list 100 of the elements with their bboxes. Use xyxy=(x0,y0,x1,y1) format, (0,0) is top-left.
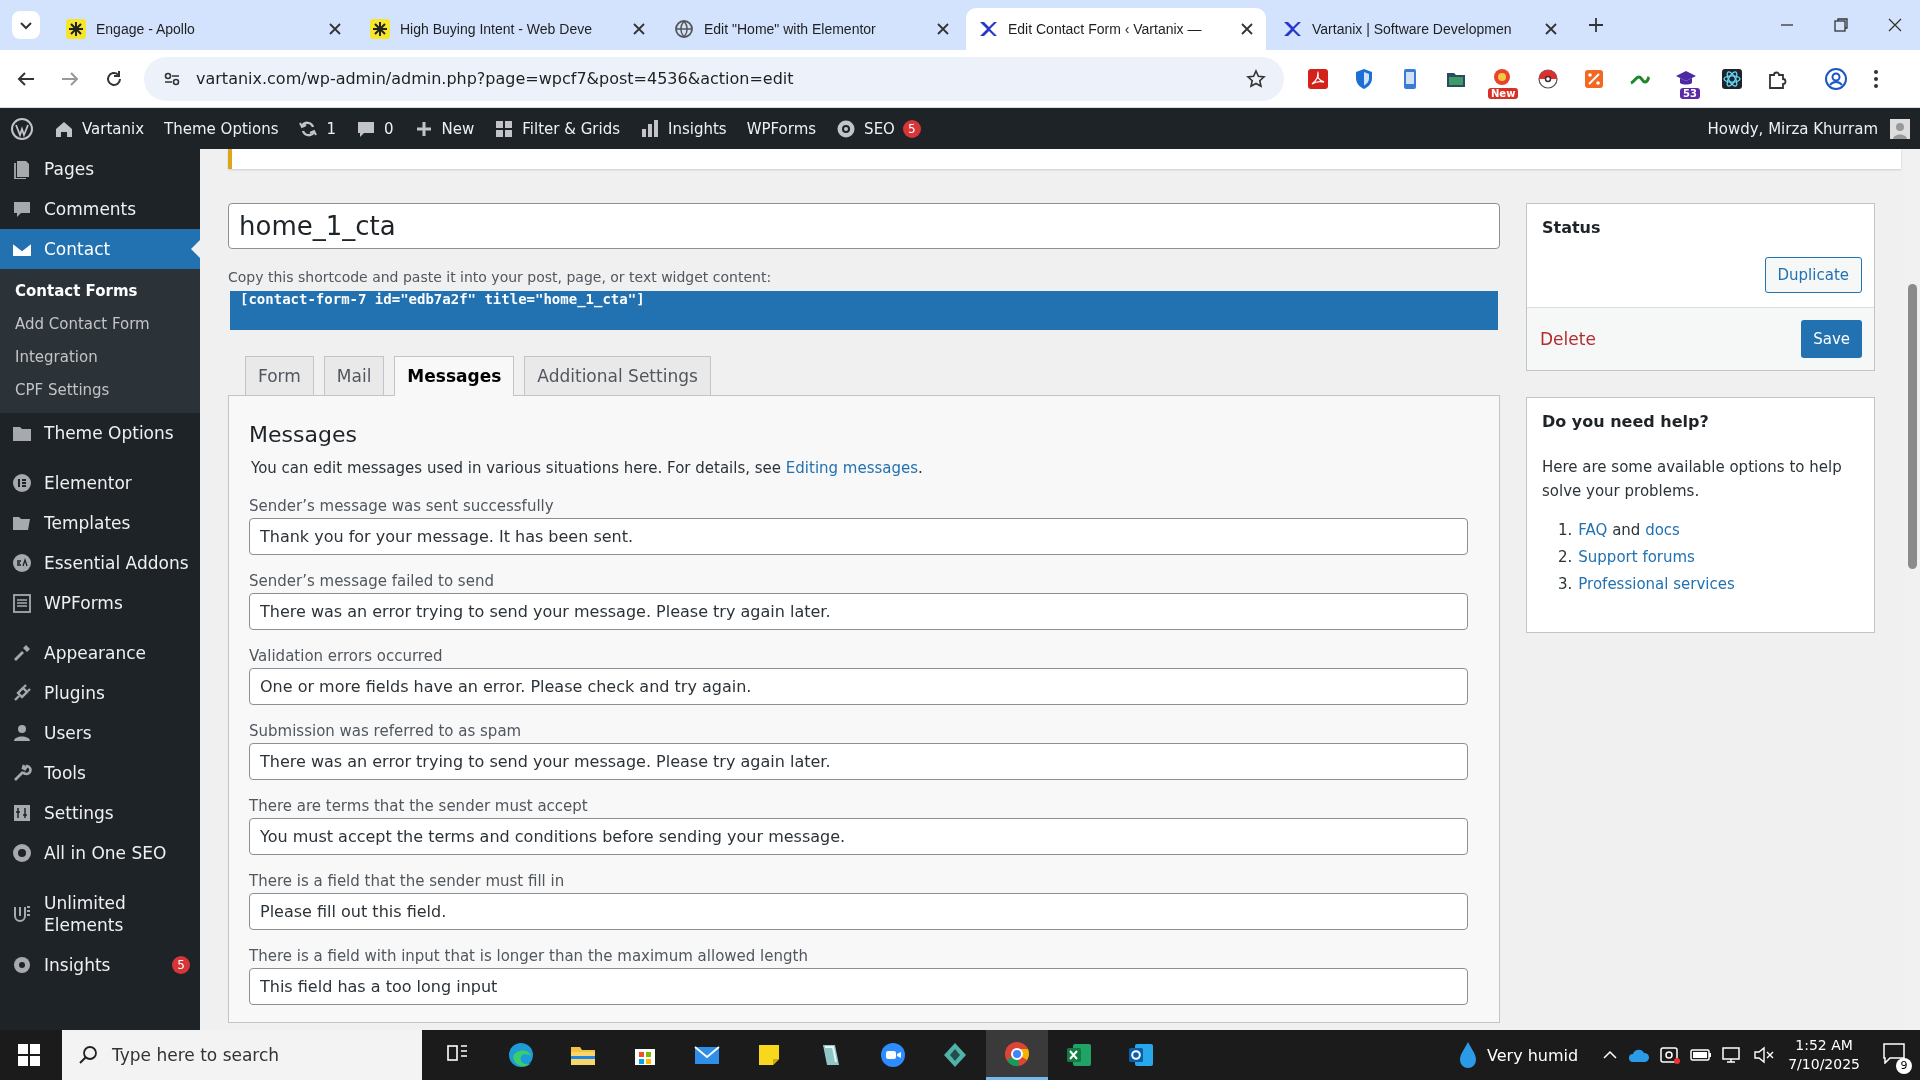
account-greeting[interactable]: Howdy, Mirza Khurram xyxy=(1707,119,1878,138)
menu-icon[interactable] xyxy=(1872,67,1880,90)
tab[interactable]: Messages xyxy=(394,356,515,396)
delete-link[interactable]: Delete xyxy=(1540,329,1596,349)
scrollbar-thumb[interactable] xyxy=(1908,284,1917,569)
clock-date[interactable]: 7/10/2025 xyxy=(1788,1055,1860,1074)
grid-icon xyxy=(494,118,515,139)
pages-icon xyxy=(12,159,32,179)
taskbar-app[interactable] xyxy=(986,1030,1048,1080)
profile-icon[interactable] xyxy=(1824,66,1848,91)
browser-tab[interactable]: Engage - Apollo xyxy=(54,8,354,50)
submenu-item[interactable]: Contact Forms xyxy=(0,275,200,308)
wrench-icon xyxy=(12,763,32,783)
title-field[interactable]: home_1_cta xyxy=(228,203,1500,249)
clock-time[interactable]: 1:52 AM xyxy=(1795,1036,1853,1055)
search-field[interactable]: Type here to search xyxy=(62,1030,422,1080)
sidebar-item[interactable]: Templates xyxy=(0,503,200,543)
help-link[interactable]: docs xyxy=(1645,521,1680,539)
favicon-icon xyxy=(1282,19,1302,39)
cloud-icon[interactable] xyxy=(1628,1047,1651,1063)
weather-widget[interactable]: Very humid xyxy=(1457,1041,1579,1069)
reload-icon[interactable] xyxy=(104,68,124,89)
atom-icon[interactable] xyxy=(1720,66,1744,91)
close-icon[interactable] xyxy=(632,22,646,36)
new-tab-icon[interactable] xyxy=(1588,17,1604,33)
message-field[interactable]: One or more fields have an error. Please check and try again. xyxy=(249,668,1468,705)
pdf-icon[interactable] xyxy=(1306,66,1330,91)
close-icon[interactable] xyxy=(1544,22,1558,36)
admin-bar-item[interactable]: Filter & Grids xyxy=(494,118,620,139)
battery-icon[interactable] xyxy=(1690,1048,1713,1062)
sidebar-item[interactable]: Theme Options xyxy=(0,413,200,453)
message-field[interactable]: There was an error trying to send your message. Please try again later. xyxy=(249,743,1468,780)
security-icon[interactable] xyxy=(1660,1046,1681,1064)
intro-text: You can edit messages used in various situations here. For details, see Editing messages. xyxy=(251,459,924,477)
admin-bar-item[interactable]: 1 xyxy=(298,118,337,139)
close-icon[interactable] xyxy=(1240,22,1254,36)
chrome-icon xyxy=(1003,1039,1031,1068)
sidebar-item[interactable]: Essential Addons xyxy=(0,543,200,583)
restore-icon[interactable] xyxy=(1834,18,1848,32)
admin-bar-link[interactable]: Theme Options xyxy=(164,119,279,138)
browser-tab[interactable]: Edit Contact Form ‹ Vartanix — xyxy=(966,8,1266,50)
close-icon[interactable] xyxy=(328,22,342,36)
sidebar-item[interactable]: Settings xyxy=(0,793,200,833)
admin-bar-item[interactable]: 0 xyxy=(356,118,394,139)
duplicate-button[interactable]: Duplicate xyxy=(1764,257,1862,293)
sidebar-item[interactable]: All in One SEO xyxy=(0,833,200,873)
ball-icon[interactable] xyxy=(1536,66,1560,91)
sidebar-item[interactable]: Tools xyxy=(0,753,200,793)
sidebar-item[interactable]: WPForms xyxy=(0,583,200,623)
admin-bar-item[interactable]: New xyxy=(413,118,475,139)
admin-bar-link[interactable]: WPForms xyxy=(746,119,817,138)
message-field[interactable]: There was an error trying to send your message. Please try again later. xyxy=(249,593,1468,630)
sidebar-item[interactable]: Users xyxy=(0,713,200,753)
sidebar-item[interactable]: Comments xyxy=(0,189,200,229)
wordpress-logo-icon[interactable] xyxy=(10,116,34,141)
tab[interactable]: Mail xyxy=(323,356,385,395)
extension-badge: New xyxy=(1488,87,1519,99)
submenu-item[interactable]: Integration xyxy=(0,341,200,374)
star-icon[interactable] xyxy=(1246,68,1266,89)
message-field[interactable]: Thank you for your message. It has been sent. xyxy=(249,518,1468,555)
sidebar-item[interactable]: Contact xyxy=(0,229,200,269)
close-icon[interactable] xyxy=(1888,18,1902,32)
help-link[interactable]: FAQ xyxy=(1578,521,1608,539)
windows-logo-icon[interactable] xyxy=(18,1044,40,1066)
pointer-notch-icon xyxy=(191,240,200,258)
sidebar-item[interactable]: Plugins xyxy=(0,673,200,713)
avatar-icon[interactable] xyxy=(1890,118,1910,139)
admin-bar-item[interactable]: SEO 5 xyxy=(836,118,921,139)
submenu-item[interactable]: Add Contact Form xyxy=(0,308,200,341)
tab[interactable]: Form xyxy=(245,356,314,395)
help-link[interactable]: Professional services xyxy=(1578,575,1735,593)
address-field[interactable]: vartanix.com/wp-admin/admin.php?page=wpcf7&post=4536&action=edit xyxy=(144,56,1284,101)
favicon-icon xyxy=(66,19,86,39)
sidebar-item[interactable]: Elementor xyxy=(0,463,200,503)
notification-count: 9 xyxy=(1896,1058,1912,1074)
help-link[interactable]: Support forums xyxy=(1578,548,1695,566)
message-field[interactable]: Please fill out this field. xyxy=(249,893,1468,930)
tab[interactable]: Additional Settings xyxy=(524,356,711,395)
elementor-icon xyxy=(12,473,32,493)
sidebar-item[interactable]: Unlimited Elements xyxy=(0,883,200,945)
muted-speaker-icon[interactable] xyxy=(1754,1046,1775,1064)
browser-tab[interactable]: Vartanix | Software Developmen xyxy=(1270,8,1570,50)
submenu-item[interactable]: CPF Settings xyxy=(0,374,200,407)
admin-bar-item[interactable]: Vartanix xyxy=(54,118,145,139)
list-number: 1. xyxy=(1558,521,1573,539)
shortcode-field[interactable]: [contact-form-7 id="edb7a2f" title="home_1_cta"] xyxy=(230,291,1498,330)
list-number: 2. xyxy=(1558,548,1573,566)
sidebar-item[interactable]: Pages xyxy=(0,149,200,189)
admin-bar-item[interactable]: Insights xyxy=(640,118,727,139)
brush-icon xyxy=(12,643,32,663)
sidebar-item[interactable]: Insights 5 xyxy=(0,945,200,985)
message-field[interactable]: This field has a too long input xyxy=(249,968,1468,1005)
save-button[interactable]: Save xyxy=(1801,320,1862,358)
form-icon xyxy=(12,593,32,613)
sidebar-item[interactable]: Appearance xyxy=(0,633,200,673)
close-icon[interactable] xyxy=(936,22,950,36)
dropdown-icon[interactable] xyxy=(12,11,40,39)
browser-tab[interactable]: Edit "Home" with Elementor xyxy=(662,8,962,50)
browser-tab[interactable]: High Buying Intent - Web Deve xyxy=(358,8,658,50)
message-field[interactable]: You must accept the terms and conditions before sending your message. xyxy=(249,818,1468,855)
